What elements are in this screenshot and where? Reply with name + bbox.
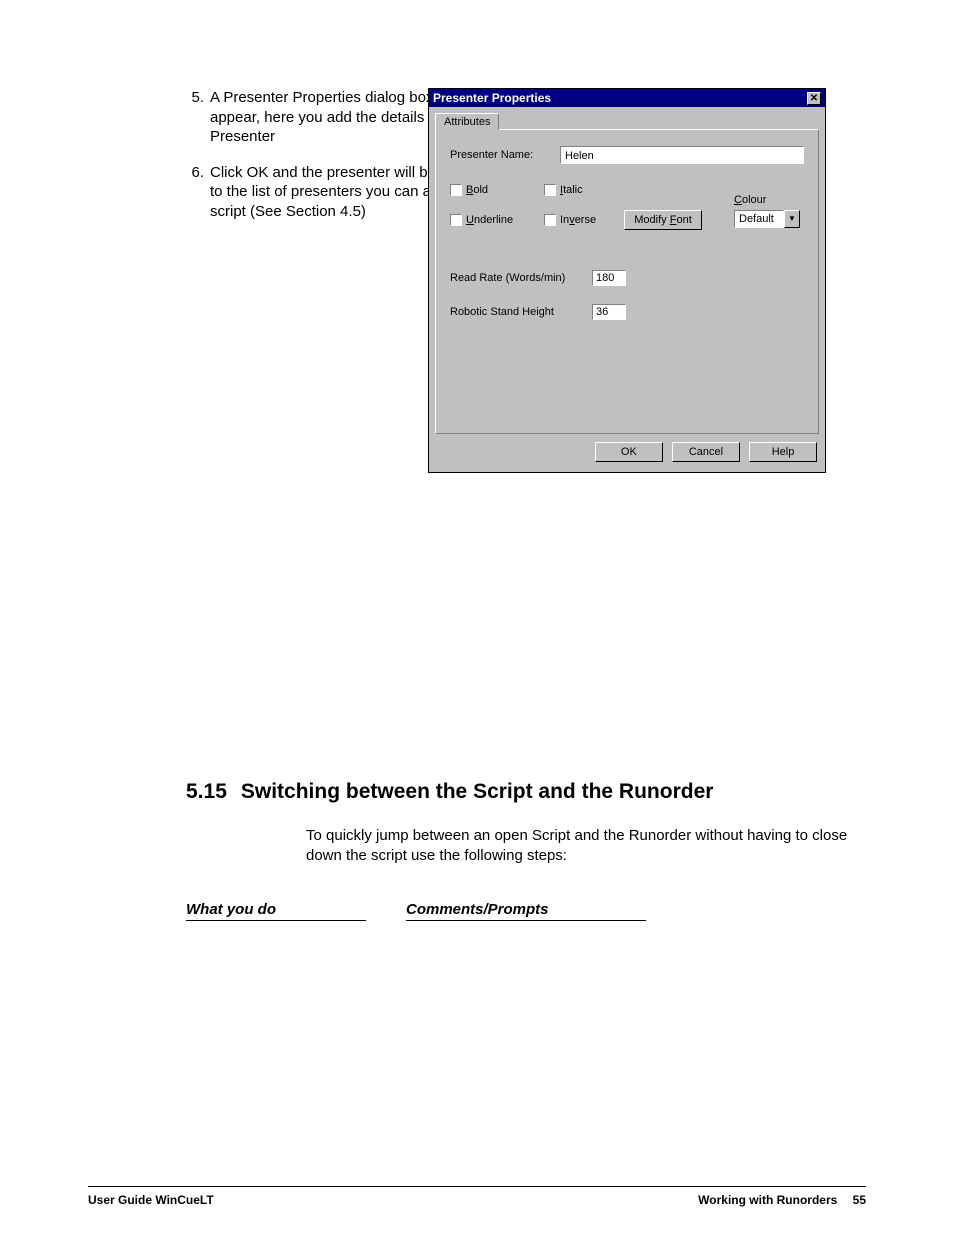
column-what-you-do: What you do	[186, 901, 366, 921]
section-number: 5.15	[186, 780, 227, 804]
bold-checkbox[interactable]: Bold	[450, 184, 530, 196]
section-5-15: 5.15 Switching between the Script and th…	[186, 780, 866, 921]
help-button[interactable]: Help	[749, 442, 817, 462]
checkbox-icon	[544, 214, 556, 226]
footer-left: User Guide WinCueLT	[88, 1193, 214, 1207]
section-heading: 5.15 Switching between the Script and th…	[186, 780, 866, 804]
stand-height-label: Robotic Stand Height	[450, 306, 592, 318]
read-rate-input[interactable]: 180	[592, 270, 626, 286]
close-icon[interactable]: ✕	[807, 92, 821, 105]
checkbox-icon	[544, 184, 556, 196]
page-footer: User Guide WinCueLT Working with Runorde…	[88, 1186, 866, 1207]
ok-button[interactable]: OK	[595, 442, 663, 462]
tab-panel: Presenter Name: Helen Bold Underline	[435, 129, 819, 434]
italic-checkbox[interactable]: Italic	[544, 184, 624, 196]
checkbox-icon	[450, 184, 462, 196]
page-number: 55	[853, 1193, 866, 1207]
section-title: Switching between the Script and the Run…	[241, 780, 714, 804]
presenter-properties-dialog: Presenter Properties ✕ Attributes Presen…	[428, 88, 826, 473]
modify-font-button[interactable]: Modify Font	[624, 210, 702, 230]
column-comments-prompts: Comments/Prompts	[406, 901, 646, 921]
footer-right: Working with Runorders	[698, 1193, 837, 1207]
underline-checkbox[interactable]: Underline	[450, 214, 530, 226]
step-number: 6.	[186, 163, 210, 222]
presenter-name-input[interactable]: Helen	[560, 146, 804, 164]
colour-label: Colour	[734, 194, 800, 206]
checkbox-icon	[450, 214, 462, 226]
tab-attributes[interactable]: Attributes	[435, 113, 499, 130]
inverse-checkbox[interactable]: Inverse	[544, 214, 624, 226]
chevron-down-icon: ▼	[784, 210, 800, 228]
colour-select[interactable]: Default ▼	[734, 210, 800, 228]
stand-height-input[interactable]: 36	[592, 304, 626, 320]
presenter-name-label: Presenter Name:	[450, 149, 560, 161]
read-rate-label: Read Rate (Words/min)	[450, 272, 592, 284]
dialog-title: Presenter Properties	[433, 91, 551, 105]
cancel-button[interactable]: Cancel	[672, 442, 740, 462]
section-body: To quickly jump between an open Script a…	[306, 826, 866, 867]
dialog-titlebar: Presenter Properties ✕	[429, 89, 825, 107]
step-number: 5.	[186, 88, 210, 147]
